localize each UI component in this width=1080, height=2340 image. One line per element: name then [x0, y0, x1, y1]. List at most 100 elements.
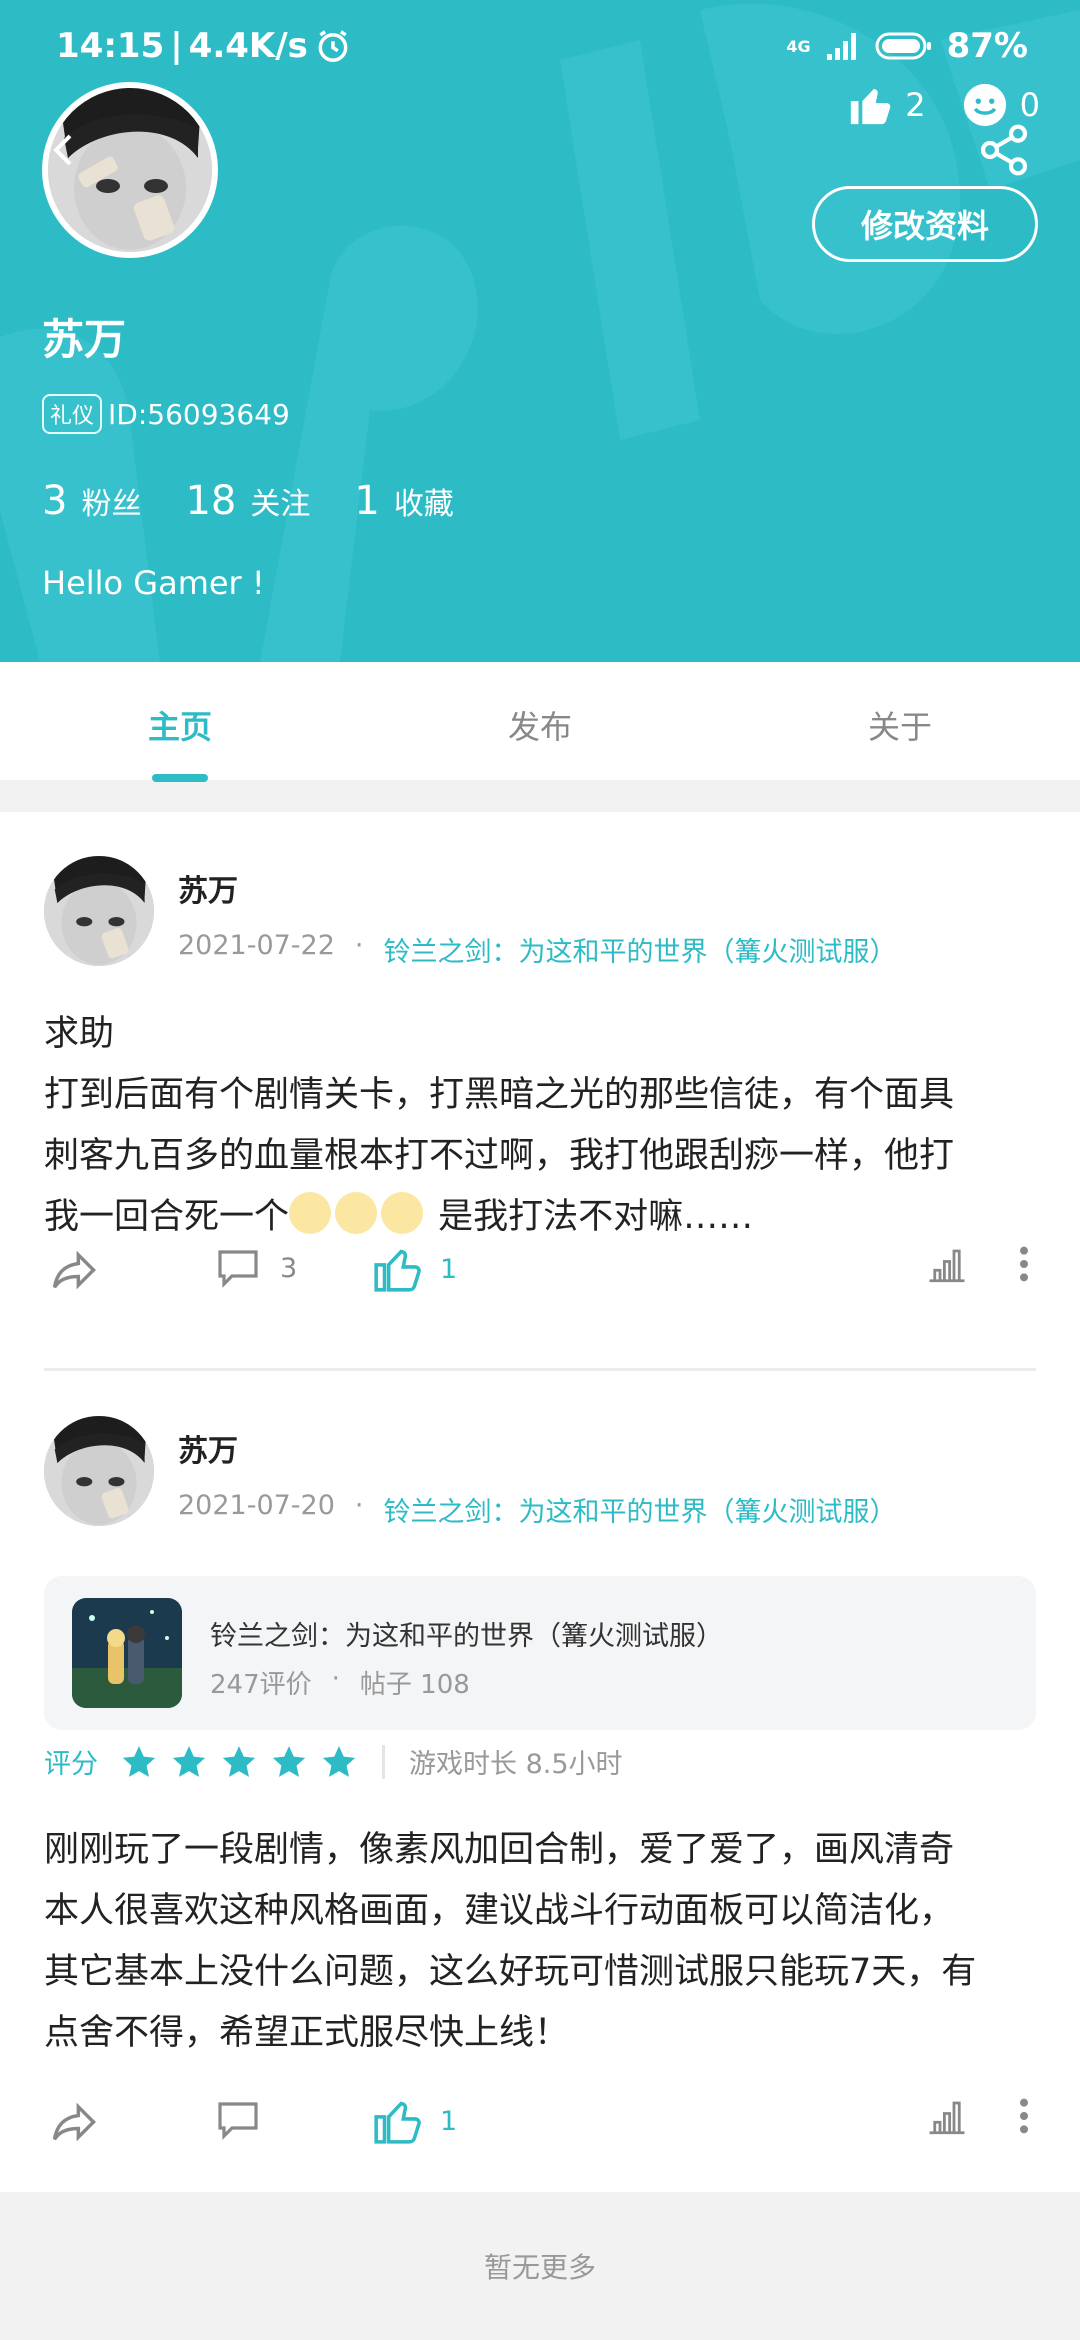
profile-counts: 3 粉丝 18 关注 1 收藏: [42, 478, 454, 524]
no-more-footer: 暂无更多: [0, 2192, 1080, 2340]
post-actions: 1: [0, 2096, 1080, 2156]
etiquette-badge: 礼仪: [42, 394, 103, 434]
favorites-number: 1: [354, 478, 380, 524]
post-meta: 2021-07-22 · 铃兰之剑：为这和平的世界（篝火测试服）: [178, 930, 897, 969]
game-card[interactable]: 铃兰之剑：为这和平的世界（篝火测试服） 247评价 · 帖子 108: [44, 1576, 1036, 1730]
profile-tabs: 主页 发布 关于: [0, 662, 1080, 782]
comment-count: 3: [280, 1252, 298, 1284]
game-review-count: 247评价: [210, 1670, 312, 1700]
following-number: 18: [185, 478, 237, 524]
star-icon: [222, 1745, 256, 1777]
header-likes[interactable]: 2: [847, 82, 926, 128]
profile-id-row: 礼仪 ID:56093649: [42, 394, 290, 434]
post-body[interactable]: 刚刚玩了一段剧情，像素风加回合制，爱了爱了，画风清奇 本人很喜欢这种风格画面，建…: [44, 1820, 1044, 2064]
post-text-line: 刚刚玩了一段剧情，像素风加回合制，爱了爱了，画风清奇: [44, 1830, 955, 1870]
post-title: 求助: [44, 1014, 115, 1054]
meta-dot: ·: [354, 930, 364, 961]
tab-home[interactable]: 主页: [100, 702, 260, 748]
profile-avatar[interactable]: [42, 82, 218, 258]
rating-separator: [382, 1744, 385, 1779]
meta-dot: ·: [331, 1664, 340, 1694]
post-author-name[interactable]: 苏万: [178, 866, 238, 910]
stats-button[interactable]: [926, 1244, 968, 1286]
bar-chart-icon: [929, 1249, 965, 1283]
post-text-line: 本人很喜欢这种风格画面，建议战斗行动面板可以简洁化，: [44, 1891, 955, 1931]
profile-header: 14:15 | 4.4K/s 4G 87% 2 0 修改资料 苏万 礼仪 ID:…: [0, 0, 1080, 662]
post-text-line: 打到后面有个剧情关卡，打黑暗之光的那些信徒，有个面具: [44, 1075, 955, 1115]
edit-profile-button[interactable]: 修改资料: [812, 186, 1038, 262]
stats-button[interactable]: [926, 2096, 968, 2138]
share-icon[interactable]: [976, 122, 1032, 178]
more-vertical-icon: [1020, 1246, 1028, 1282]
like-button[interactable]: 1: [372, 1244, 457, 1294]
profile-id: ID:56093649: [108, 397, 290, 431]
play-time: 游戏时长 8.5小时: [409, 1749, 623, 1780]
rating-label: 评分: [44, 1749, 98, 1780]
post-game-link[interactable]: 铃兰之剑：为这和平的世界（篝火测试服）: [384, 1490, 897, 1529]
post-author-name[interactable]: 苏万: [178, 1426, 238, 1470]
comment-button[interactable]: 3: [214, 1244, 297, 1292]
bar-chart-icon: [929, 2101, 965, 2135]
feed-post[interactable]: 苏万 2021-07-20 · 铃兰之剑：为这和平的世界（篝火测试服） 铃兰之剑…: [0, 1372, 1080, 2192]
status-bar: 14:15 | 4.4K/s 4G 87%: [0, 0, 1080, 90]
favorites-label: 收藏: [393, 487, 454, 522]
thumbs-up-outline-icon: [374, 1249, 421, 1292]
game-post-count: 帖子 108: [359, 1670, 470, 1700]
avatar-image: [48, 88, 212, 252]
post-author-avatar[interactable]: [44, 1416, 154, 1526]
following-count[interactable]: 18 关注: [185, 478, 310, 524]
thumbs-up-outline-icon: [374, 2101, 421, 2144]
battery-icon: [875, 32, 931, 60]
favorites-count[interactable]: 1 收藏: [354, 478, 453, 524]
game-card-stats: 247评价 · 帖子 108: [210, 1664, 470, 1701]
fans-count[interactable]: 3 粉丝: [42, 478, 141, 524]
post-date: 2021-07-20: [178, 1490, 335, 1521]
post-actions: 3 1: [0, 1244, 1080, 1304]
feed-post[interactable]: 苏万 2021-07-22 · 铃兰之剑：为这和平的世界（篝火测试服） 求助 打…: [0, 812, 1080, 1372]
post-text-part: 是我打法不对嘛……: [427, 1197, 754, 1237]
feed-list: 苏万 2021-07-22 · 铃兰之剑：为这和平的世界（篝火测试服） 求助 打…: [0, 812, 1080, 2192]
following-label: 关注: [250, 487, 311, 522]
like-button[interactable]: 1: [372, 2096, 457, 2146]
like-count: 1: [440, 1253, 458, 1285]
post-game-link[interactable]: 铃兰之剑：为这和平的世界（篝火测试服）: [384, 930, 897, 969]
avatar-image: [44, 856, 154, 966]
post-text-part: 我一回合死一个: [44, 1197, 290, 1237]
battery-level: 87%: [946, 26, 1028, 66]
game-icon: [72, 1598, 182, 1708]
post-text-line: 刺客九百多的血量根本打不过啊，我打他跟刮痧一样，他打: [44, 1136, 955, 1176]
comment-icon: [218, 1250, 258, 1288]
share-button[interactable]: [48, 2096, 100, 2148]
comment-icon: [218, 2102, 258, 2140]
share-button[interactable]: [48, 1244, 100, 1296]
forward-icon: [52, 2102, 96, 2142]
star-icon: [272, 1745, 306, 1777]
signal-icon: [826, 33, 856, 60]
game-cover-image: [72, 1598, 182, 1708]
fans-label: 粉丝: [81, 487, 142, 522]
back-arrow-icon[interactable]: [44, 130, 84, 170]
moon-face-emoji-icon: [289, 1192, 332, 1234]
star-icon: [322, 1745, 356, 1777]
rating-stars: [120, 1743, 358, 1781]
star-icon: [122, 1745, 156, 1777]
alarm-icon: [318, 30, 348, 62]
post-text-line: 点舍不得，希望正式服尽快上线！: [44, 2013, 570, 2053]
avatar-image: [44, 1416, 154, 1526]
network-type: 4G: [786, 36, 811, 56]
game-card-title: 铃兰之剑：为这和平的世界（篝火测试服）: [210, 1621, 723, 1652]
post-author-avatar[interactable]: [44, 856, 154, 966]
comment-button[interactable]: [214, 2096, 280, 2144]
forward-icon: [52, 1250, 96, 1290]
fans-number: 3: [42, 478, 68, 524]
status-time: 14:15: [56, 26, 165, 66]
tab-posts[interactable]: 发布: [460, 702, 620, 748]
more-options-button[interactable]: [1016, 2096, 1032, 2136]
post-body[interactable]: 求助 打到后面有个剧情关卡，打黑暗之光的那些信徒，有个面具 刺客九百多的血量根本…: [44, 1004, 1044, 1248]
profile-name: 苏万: [42, 315, 127, 364]
more-options-button[interactable]: [1016, 1244, 1032, 1284]
meta-dot: ·: [354, 1490, 364, 1521]
thumbs-up-icon: [851, 88, 891, 125]
more-vertical-icon: [1020, 2098, 1028, 2134]
tab-about[interactable]: 关于: [820, 702, 980, 748]
